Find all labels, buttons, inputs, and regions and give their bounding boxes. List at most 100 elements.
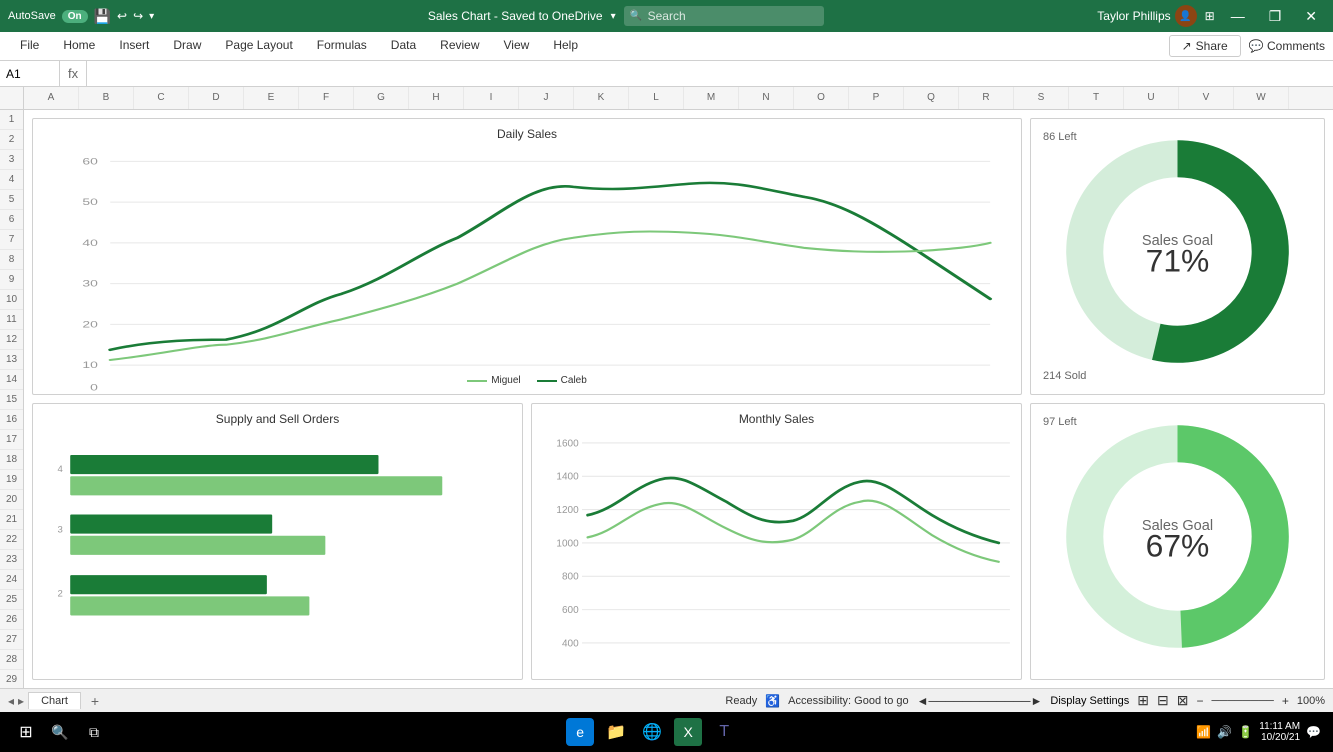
col-header-C[interactable]: C (134, 87, 189, 109)
tab-page-layout[interactable]: Page Layout (213, 34, 304, 58)
share-button[interactable]: ↗ Share (1169, 35, 1241, 57)
tab-file[interactable]: File (8, 34, 51, 58)
row-12[interactable]: 12 (0, 330, 23, 350)
row-20[interactable]: 20 (0, 490, 23, 510)
col-header-O[interactable]: O (794, 87, 849, 109)
row-28[interactable]: 28 (0, 650, 23, 670)
col-header-N[interactable]: N (739, 87, 794, 109)
tab-formulas[interactable]: Formulas (305, 34, 379, 58)
supply-sell-chart[interactable]: Supply and Sell Orders 4 3 2 (32, 403, 523, 680)
undo-icon[interactable]: ↩ (117, 9, 127, 23)
row-24[interactable]: 24 (0, 570, 23, 590)
col-header-V[interactable]: V (1179, 87, 1234, 109)
col-header-K[interactable]: K (574, 87, 629, 109)
main-content-area[interactable]: Daily Sales 60 50 40 30 20 10 0 (24, 110, 1333, 688)
row-15[interactable]: 15 (0, 390, 23, 410)
donut2-chart[interactable]: 97 Left Sales Goal 67% (1030, 403, 1325, 680)
search-taskbar-button[interactable]: 🔍 (46, 718, 74, 746)
tab-insert[interactable]: Insert (107, 34, 161, 58)
add-sheet-button[interactable]: + (85, 691, 105, 711)
row-6[interactable]: 6 (0, 210, 23, 230)
row-25[interactable]: 25 (0, 590, 23, 610)
taskbar-explorer-icon[interactable]: 📁 (602, 718, 630, 746)
taskbar-edge-icon[interactable]: e (566, 718, 594, 746)
volume-icon[interactable]: 🔊 (1217, 725, 1232, 739)
windows-start-button[interactable]: ⊞ (12, 718, 40, 746)
tab-data[interactable]: Data (379, 34, 428, 58)
cell-reference[interactable]: A1 (0, 61, 60, 86)
tab-help[interactable]: Help (541, 34, 590, 58)
col-header-F[interactable]: F (299, 87, 354, 109)
row-27[interactable]: 27 (0, 630, 23, 650)
sheet-tab-chart[interactable]: Chart (28, 692, 81, 709)
row-14[interactable]: 14 (0, 370, 23, 390)
donut1-chart[interactable]: 86 Left 214 Sold Sales Goal 71% (1030, 118, 1325, 395)
close-button[interactable]: ✕ (1297, 4, 1325, 29)
taskbar-excel-icon[interactable]: X (674, 718, 702, 746)
daily-sales-chart[interactable]: Daily Sales 60 50 40 30 20 10 0 (32, 118, 1022, 395)
col-header-A[interactable]: A (24, 87, 79, 109)
task-view-button[interactable]: ⧉ (80, 718, 108, 746)
row-1[interactable]: 1 (0, 110, 23, 130)
view-normal-icon[interactable]: ⊞ (1137, 692, 1149, 709)
redo-icon[interactable]: ↪ (133, 9, 143, 23)
battery-icon[interactable]: 🔋 (1238, 725, 1253, 739)
taskbar-teams-icon[interactable]: T (710, 718, 738, 746)
tab-home[interactable]: Home (51, 34, 107, 58)
row-17[interactable]: 17 (0, 430, 23, 450)
col-header-I[interactable]: I (464, 87, 519, 109)
row-16[interactable]: 16 (0, 410, 23, 430)
col-header-G[interactable]: G (354, 87, 409, 109)
tab-review[interactable]: Review (428, 34, 491, 58)
col-header-B[interactable]: B (79, 87, 134, 109)
col-header-S[interactable]: S (1014, 87, 1069, 109)
row-19[interactable]: 19 (0, 470, 23, 490)
row-8[interactable]: 8 (0, 250, 23, 270)
row-29[interactable]: 29 (0, 670, 23, 688)
notification-icon[interactable]: 💬 (1306, 725, 1321, 739)
save-icon[interactable]: 💾 (94, 8, 111, 25)
minimize-button[interactable]: — (1223, 4, 1253, 28)
row-22[interactable]: 22 (0, 530, 23, 550)
col-header-E[interactable]: E (244, 87, 299, 109)
view-page-icon[interactable]: ⊠ (1177, 692, 1189, 709)
row-18[interactable]: 18 (0, 450, 23, 470)
col-header-R[interactable]: R (959, 87, 1014, 109)
col-header-P[interactable]: P (849, 87, 904, 109)
zoom-in-icon[interactable]: + (1282, 694, 1289, 708)
col-header-M[interactable]: M (684, 87, 739, 109)
row-11[interactable]: 11 (0, 310, 23, 330)
monthly-sales-chart[interactable]: Monthly Sales 1600 1400 1200 1000 800 60… (531, 403, 1022, 680)
row-4[interactable]: 4 (0, 170, 23, 190)
col-header-J[interactable]: J (519, 87, 574, 109)
row-23[interactable]: 23 (0, 550, 23, 570)
col-header-D[interactable]: D (189, 87, 244, 109)
col-header-U[interactable]: U (1124, 87, 1179, 109)
col-header-T[interactable]: T (1069, 87, 1124, 109)
horizontal-scrollbar[interactable]: ◄────────────► (917, 694, 1043, 708)
restore-button[interactable]: ❐ (1261, 4, 1290, 29)
col-header-L[interactable]: L (629, 87, 684, 109)
display-settings-button[interactable]: Display Settings (1050, 695, 1129, 707)
autosave-toggle[interactable]: On (62, 10, 88, 23)
row-3[interactable]: 3 (0, 150, 23, 170)
wifi-icon[interactable]: 📶 (1196, 725, 1211, 739)
row-7[interactable]: 7 (0, 230, 23, 250)
search-input[interactable] (624, 6, 824, 26)
row-21[interactable]: 21 (0, 510, 23, 530)
row-9[interactable]: 9 (0, 270, 23, 290)
title-dropdown-icon[interactable]: ▾ (611, 11, 616, 22)
zoom-bar[interactable]: ──────── (1211, 695, 1273, 707)
clock[interactable]: 11:11 AM 10/20/21 (1259, 721, 1300, 743)
zoom-out-icon[interactable]: − (1196, 694, 1203, 708)
row-13[interactable]: 13 (0, 350, 23, 370)
col-header-H[interactable]: H (409, 87, 464, 109)
taskbar-chrome-icon[interactable]: 🌐 (638, 718, 666, 746)
row-5[interactable]: 5 (0, 190, 23, 210)
row-26[interactable]: 26 (0, 610, 23, 630)
formula-input[interactable] (87, 67, 1333, 81)
tab-draw[interactable]: Draw (161, 34, 213, 58)
view-layout-icon[interactable]: ⊟ (1157, 692, 1169, 709)
row-2[interactable]: 2 (0, 130, 23, 150)
scroll-left-icon[interactable]: ◂ (8, 694, 14, 708)
